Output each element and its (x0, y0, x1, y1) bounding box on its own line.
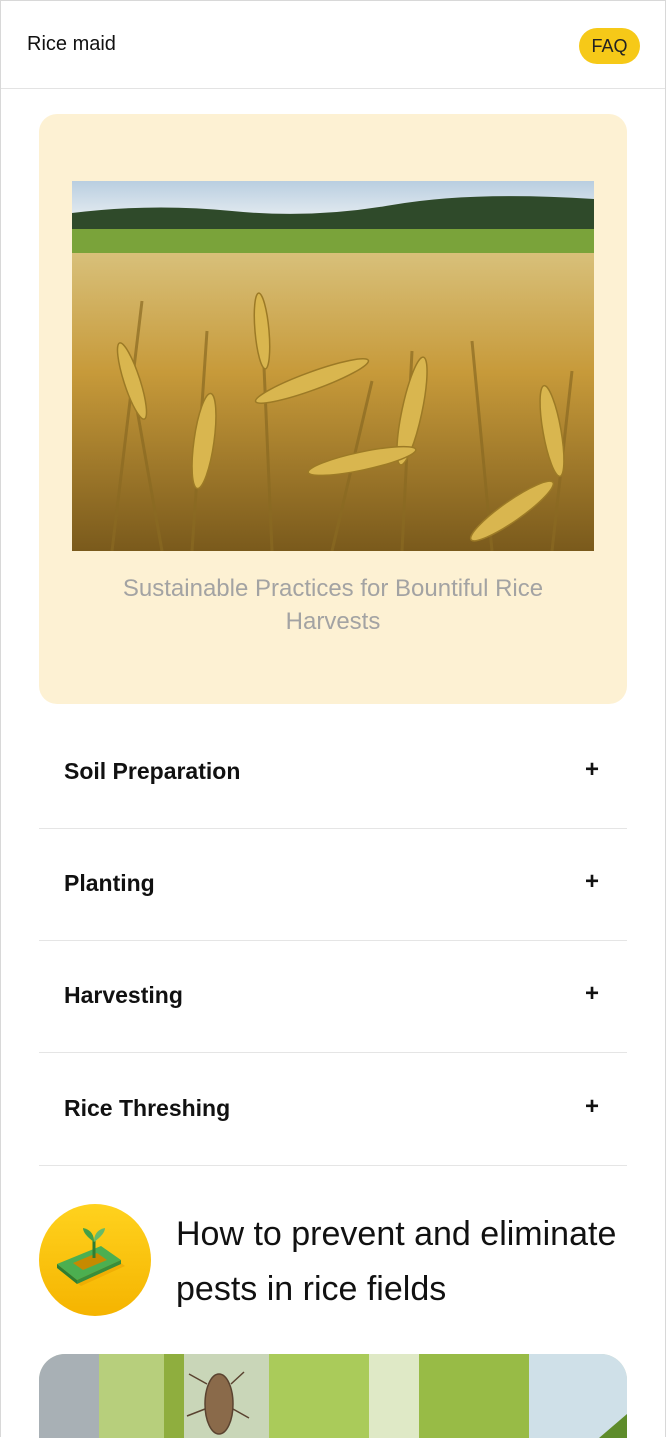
accordion-label: Soil Preparation (64, 758, 241, 784)
pests-heading: How to prevent and eliminate pests in ri… (176, 1215, 617, 1308)
app-header: Rice maid FAQ (1, 1, 665, 89)
faq-button[interactable]: FAQ (579, 28, 640, 64)
accordion-label: Rice Threshing (64, 1095, 231, 1121)
hero-image (72, 181, 594, 551)
plus-icon[interactable]: + (585, 868, 599, 896)
wheat-field-photo (72, 181, 594, 551)
accordion-item-harvesting[interactable]: Harvesting + (39, 940, 627, 1053)
accordion-item-soil-preparation[interactable]: Soil Preparation + (39, 716, 627, 829)
hero-caption: Sustainable Practices for Bountiful Rice… (122, 575, 544, 635)
accordion-label: Harvesting (64, 982, 183, 1008)
plant-sprout-icon (39, 1204, 151, 1316)
plus-icon[interactable]: + (585, 756, 599, 784)
plus-icon[interactable]: + (585, 1093, 599, 1121)
accordion-item-planting[interactable]: Planting + (39, 828, 627, 941)
accordion-label: Planting (64, 870, 155, 896)
app-title: Rice maid (27, 33, 116, 55)
pest-article-image[interactable] (39, 1354, 627, 1438)
hero-card: Sustainable Practices for Bountiful Rice… (39, 114, 627, 704)
insect-on-rice-stalk-photo (39, 1354, 627, 1438)
plus-icon[interactable]: + (585, 980, 599, 1008)
accordion-item-rice-threshing[interactable]: Rice Threshing + (39, 1053, 627, 1166)
